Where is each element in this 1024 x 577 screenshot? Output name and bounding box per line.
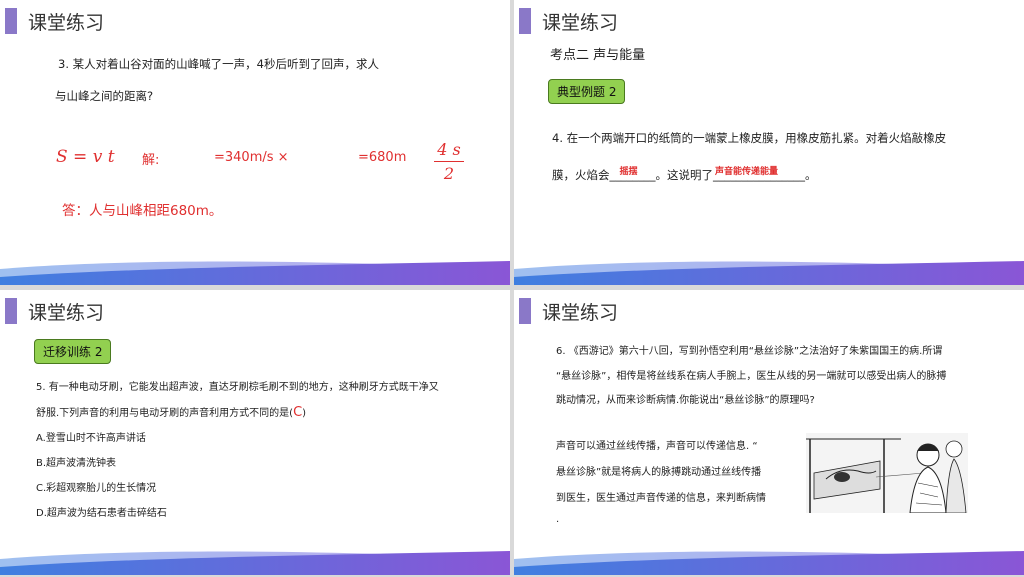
solution-label: 解: (142, 153, 160, 168)
footer-wave (0, 261, 510, 285)
question-line-1: 3. 某人对着山谷对面的山峰喊了一声，4秒后听到了回声，求人 (58, 57, 379, 71)
kaodian-heading: 考点二 声与能量 (550, 48, 646, 63)
title-accent-bar (519, 298, 531, 324)
slide-1[interactable]: 课堂练习 3. 某人对着山谷对面的山峰喊了一声，4秒后听到了回声，求人 与山峰之… (0, 0, 510, 285)
question-part-a: 膜，火焰会 (552, 168, 610, 182)
answer-line-2: 悬丝诊脉”就是将病人的脉搏跳动通过丝线传播 (556, 467, 762, 478)
question-line-3: 跳动情况，从而来诊断病情.你能说出“悬丝诊脉”的原理吗? (556, 395, 815, 406)
slide-title: 课堂练习 (542, 302, 619, 324)
example-label-box: 典型例题 2 (548, 79, 626, 104)
slide-2[interactable]: 课堂练习 考点二 声与能量 典型例题 2 4. 在一个两端开口的纸筒的一端蒙上橡… (514, 0, 1024, 285)
slide-title: 课堂练习 (542, 12, 619, 34)
title-accent-bar (519, 8, 531, 34)
question-part-c: 。 (805, 168, 817, 182)
question-close: ) (302, 408, 307, 419)
title-accent-bar (5, 8, 17, 34)
fraction-bar (434, 161, 464, 162)
question-line-2: 舒服.下列声音的利用与电动牙刷的声音利用方式不同的是(C) (36, 404, 306, 420)
slide-title: 课堂练习 (28, 12, 105, 34)
title-accent-bar (5, 298, 17, 324)
option-b: B.超声波清洗钟表 (36, 458, 117, 469)
footer-wave (514, 261, 1024, 285)
pulse-diagnosis-illustration (806, 433, 968, 513)
answer-text: 答：人与山峰相距680m。 (62, 203, 223, 219)
blank-1: ________ 摇摆 (610, 167, 656, 182)
question-stem: 舒服.下列声音的利用与电动牙刷的声音利用方式不同的是( (36, 408, 294, 419)
slide-4[interactable]: 课堂练习 6. 《西游记》第六十八回，写到孙悟空利用“悬丝诊脉”之法治好了朱紫国… (514, 290, 1024, 575)
option-c: C.彩超观察胎儿的生长情况 (36, 483, 157, 494)
answer-line-3: 到医生，医生通过声音传递的信息，来判断病情 (556, 493, 766, 504)
formula-svt: S = v t (56, 147, 115, 167)
question-line-2: 膜，火焰会________ 摇摆 。这说明了________________ 声音能传… (552, 167, 817, 183)
exercise-label-box: 迁移训练 2 (34, 339, 112, 364)
speed-term: =340m/s × (214, 150, 289, 165)
blank-1-answer: 摇摆 (619, 167, 638, 177)
question-line-2: “悬丝诊脉”，相传是将丝线系在病人手腕上，医生从线的另一端就可以感受出病人的脉搏 (556, 371, 947, 382)
answer-line-1: 声音可以通过丝线传播，声音可以传递信息. “ (556, 441, 758, 452)
option-a: A.登雪山时不许高声讲话 (36, 433, 146, 444)
footer-wave (514, 551, 1024, 575)
question-part-b: 。这说明了 (655, 168, 714, 182)
question-line-2: 与山峰之间的距离? (55, 89, 154, 103)
question-line-1: 4. 在一个两端开口的纸筒的一端蒙上橡皮膜，用橡皮筋扎紧。对着火焰敲橡皮 (552, 131, 947, 145)
footer-wave (0, 551, 510, 575)
question-line-1: 5. 有一种电动牙刷，它能发出超声波，直达牙刷棕毛刷不到的地方，这种刷牙方式既干… (36, 382, 439, 393)
answer-line-4: . (556, 514, 560, 525)
question-line-1: 6. 《西游记》第六十八回，写到孙悟空利用“悬丝诊脉”之法治好了朱紫国国王的病.… (556, 346, 943, 357)
fraction-numerator: 4 s (437, 140, 461, 159)
slide-3[interactable]: 课堂练习 迁移训练 2 5. 有一种电动牙刷，它能发出超声波，直达牙刷棕毛刷不到… (0, 290, 510, 575)
answer-choice: C (293, 405, 303, 420)
fraction-4s-over-2: 4 s 2 (434, 140, 464, 183)
fraction-denominator: 2 (443, 164, 455, 183)
blank-2: ________________ 声音能传递能量 (713, 167, 805, 182)
result-term: =680m (358, 150, 407, 165)
option-d: D.超声波为结石患者击碎结石 (36, 508, 167, 519)
blank-2-answer: 声音能传递能量 (715, 167, 779, 177)
slide-title: 课堂练习 (28, 302, 105, 324)
